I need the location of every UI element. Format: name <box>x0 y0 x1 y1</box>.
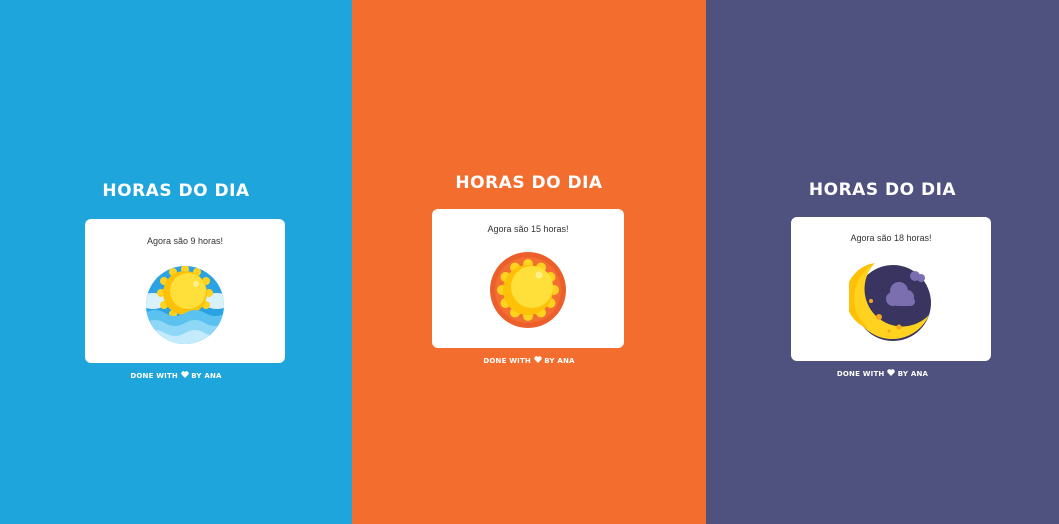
panel-title: HORAS DO DIA <box>455 173 603 193</box>
time-card: Agora são 18 horas! <box>791 217 991 361</box>
footer-credit: DONE WITH BY ANA <box>706 369 1059 378</box>
heart-icon <box>533 356 542 363</box>
panel-title: HORAS DO DIA <box>808 180 957 200</box>
panel-evening: HORAS DO DIA Agora são 18 horas! DONE WI… <box>706 0 1059 524</box>
footer-text-before: DONE WITH <box>483 357 531 365</box>
panels-container: HORAS DO DIA Agora são 9 horas! DONE WIT… <box>0 0 1059 524</box>
time-card: Agora são 9 horas! <box>85 219 285 363</box>
footer-text-after: BY ANA <box>191 372 222 380</box>
heart-icon <box>180 371 189 378</box>
panel-afternoon: HORAS DO DIA Agora são 15 horas! DONE WI… <box>352 0 706 524</box>
footer-text-after: BY ANA <box>897 370 929 378</box>
footer-credit: DONE WITH BY ANA <box>352 356 706 365</box>
time-card: Agora são 15 horas! <box>432 209 624 348</box>
sun-icon <box>490 252 566 328</box>
footer-credit: DONE WITH BY ANA <box>0 371 352 380</box>
time-message: Agora são 15 horas! <box>487 224 569 234</box>
footer-text-before: DONE WITH <box>836 370 885 378</box>
panel-title: HORAS DO DIA <box>102 181 250 201</box>
footer-text-after: BY ANA <box>544 357 575 365</box>
moon-cloud-icon <box>849 263 931 341</box>
panel-morning: HORAS DO DIA Agora são 9 horas! DONE WIT… <box>0 0 352 524</box>
time-message: Agora são 9 horas! <box>146 236 224 246</box>
sun-over-sea-icon <box>146 266 224 344</box>
footer-text-before: DONE WITH <box>130 372 178 380</box>
heart-icon <box>887 369 895 376</box>
time-message: Agora são 18 horas! <box>850 233 932 243</box>
